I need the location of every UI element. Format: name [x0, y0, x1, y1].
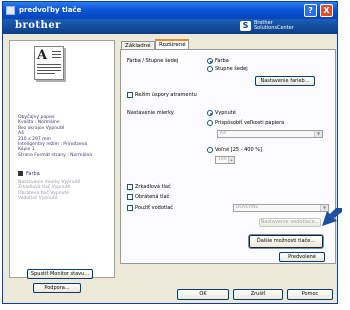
mirror-print-label: Zrkadlová tlač [135, 184, 171, 190]
solutions-line2: SolutionsCenter [254, 25, 294, 31]
free-scaling-input[interactable]: 100 ▴ [215, 156, 235, 164]
default-button[interactable]: Predvolené [279, 252, 325, 262]
printer-icon [6, 6, 15, 15]
summary-color-row: Farba [18, 171, 98, 178]
close-button[interactable]: X [320, 4, 333, 17]
scaling-off-label: Vypnuté [215, 110, 236, 116]
page-preview-icon: A [34, 46, 64, 80]
brother-banner: brother S Brother SolutionsCenter [3, 19, 337, 34]
color-option-label: Farba [215, 58, 229, 64]
pointer-arrow-icon [322, 208, 342, 226]
ink-save-label: Režim úspory atramentu [135, 92, 197, 98]
watermark-select[interactable]: DÔVERNÉ ▼ [233, 204, 329, 212]
ok-button[interactable]: OK [177, 289, 229, 300]
summary-layout: Strana Formát strany : Normálna [18, 152, 93, 158]
brother-logo: brother [15, 20, 61, 31]
support-button[interactable]: Podpora... [33, 283, 81, 293]
free-scaling-value: 100 [218, 157, 227, 162]
chevron-down-icon: ▼ [314, 131, 322, 137]
free-scaling-radio[interactable] [207, 147, 213, 153]
fit-page-label: Prispôsobiť veľkosti papiera [215, 120, 285, 126]
help-button[interactable]: Pomoc [287, 289, 333, 300]
paper-size-value: A4 [220, 131, 226, 136]
stepper-icon: ▴ [228, 157, 234, 163]
color-swatch-icon [18, 171, 23, 176]
grayscale-radio[interactable] [207, 66, 213, 72]
reverse-print-label: Obrátená tlač [135, 194, 170, 200]
color-grayscale-label: Farba / Stupne šedej [127, 58, 179, 64]
window-title: predvoľby tlače [19, 6, 82, 14]
scaling-label: Nastavenie mierky [127, 110, 174, 116]
free-scaling-label: Voľné [25 - 400 %] [215, 147, 262, 153]
mirror-print-checkbox[interactable] [127, 184, 133, 190]
help-title-button[interactable]: ? [304, 4, 317, 17]
watermark-settings-button[interactable]: Nastavenie vodotlače... [259, 218, 321, 227]
watermark-checkbox[interactable] [127, 205, 133, 211]
reverse-print-checkbox[interactable] [127, 194, 133, 200]
solutions-center-icon: S [240, 21, 251, 31]
title-bar: predvoľby tlače ? X [3, 2, 337, 19]
preview-letter: A [37, 48, 48, 63]
scaling-off-radio[interactable] [207, 110, 213, 116]
paper-size-select[interactable]: A4 ▼ [217, 130, 323, 138]
settings-summary-panel: A Obyčajný papier Kvalita : Normálne Bez… [9, 40, 115, 278]
summary-disabled-text: Nastavenie mierky Vypnuté Zrkadlová tlač… [18, 180, 80, 202]
color-radio[interactable] [207, 58, 213, 64]
watermark-label: Použiť vodotlač [135, 205, 174, 211]
summary-watermark: Vodotlač Vypnuté [18, 196, 58, 202]
color-settings-button[interactable]: Nastavenie farieb... [255, 76, 315, 86]
cancel-button[interactable]: Zrušiť [233, 289, 283, 300]
status-monitor-button[interactable]: Spustiť Monitor stavu... [27, 269, 93, 279]
fit-page-radio[interactable] [207, 120, 213, 126]
other-print-options-button[interactable]: Ďalšie možnosti tlače... [248, 234, 324, 249]
settings-summary-text: Obyčajný papier Kvalita : Normálne Bez o… [18, 115, 92, 158]
watermark-value: DÔVERNÉ [236, 205, 259, 210]
summary-color: Farba [26, 171, 40, 177]
grayscale-option-label: Stupne šedej [215, 66, 248, 72]
ink-save-checkbox[interactable] [127, 92, 133, 98]
print-preferences-window: predvoľby tlače ? X brother S Brother So… [2, 1, 338, 304]
advanced-settings-panel: Farba / Stupne šedej Farba Stupne šedej … [120, 49, 336, 264]
